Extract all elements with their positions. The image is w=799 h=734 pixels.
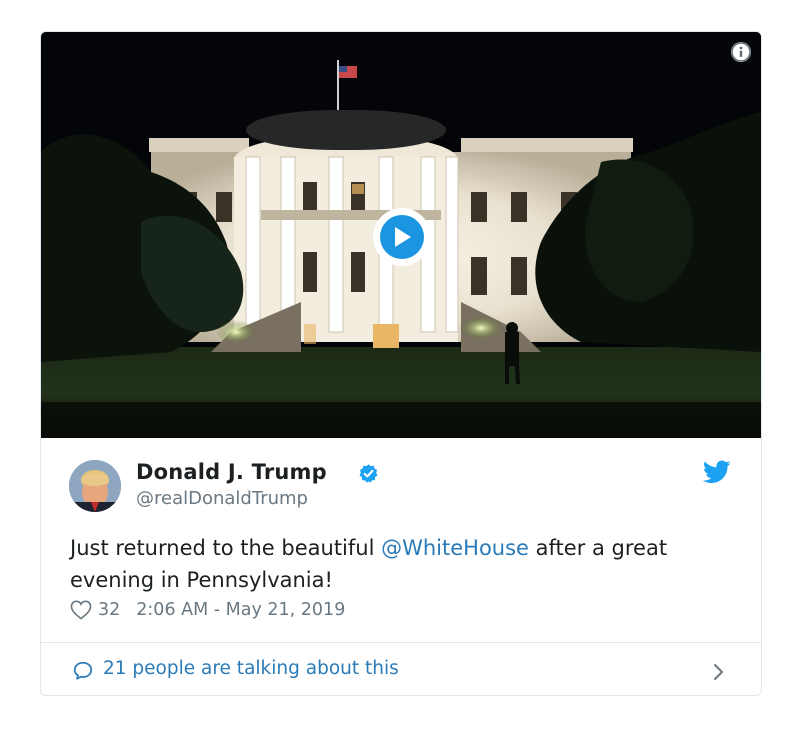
play-button[interactable] (373, 208, 431, 266)
twitter-bird-icon[interactable] (703, 460, 731, 484)
mention-link[interactable]: @WhiteHouse (381, 536, 529, 560)
heart-icon[interactable] (70, 600, 92, 620)
like-count[interactable]: 32 (98, 600, 120, 620)
tweet-text: Just returned to the beautiful @WhiteHou… (70, 532, 730, 596)
conversation-link[interactable]: 21 people are talking about this (41, 643, 761, 695)
info-icon[interactable] (731, 42, 751, 62)
speech-bubble-icon (73, 661, 93, 680)
tweet-card: Donald J. Trump @realDonaldTrump Just re… (40, 31, 762, 696)
author-name[interactable]: Donald J. Trump (136, 460, 327, 484)
tweet-text-before: Just returned to the beautiful (70, 536, 382, 560)
verified-badge-icon (359, 464, 378, 483)
avatar[interactable] (69, 460, 121, 512)
author-handle[interactable]: @realDonaldTrump (136, 488, 308, 509)
chevron-right-icon (714, 664, 723, 680)
play-icon (380, 215, 424, 259)
talking-count: 21 people are talking about this (103, 658, 399, 679)
video-thumbnail[interactable] (41, 32, 761, 438)
tweet-body: Donald J. Trump @realDonaldTrump Just re… (41, 438, 761, 642)
timestamp[interactable]: 2:06 AM - May 21, 2019 (136, 600, 345, 620)
tweet-meta: 32 2:06 AM - May 21, 2019 (70, 600, 345, 620)
